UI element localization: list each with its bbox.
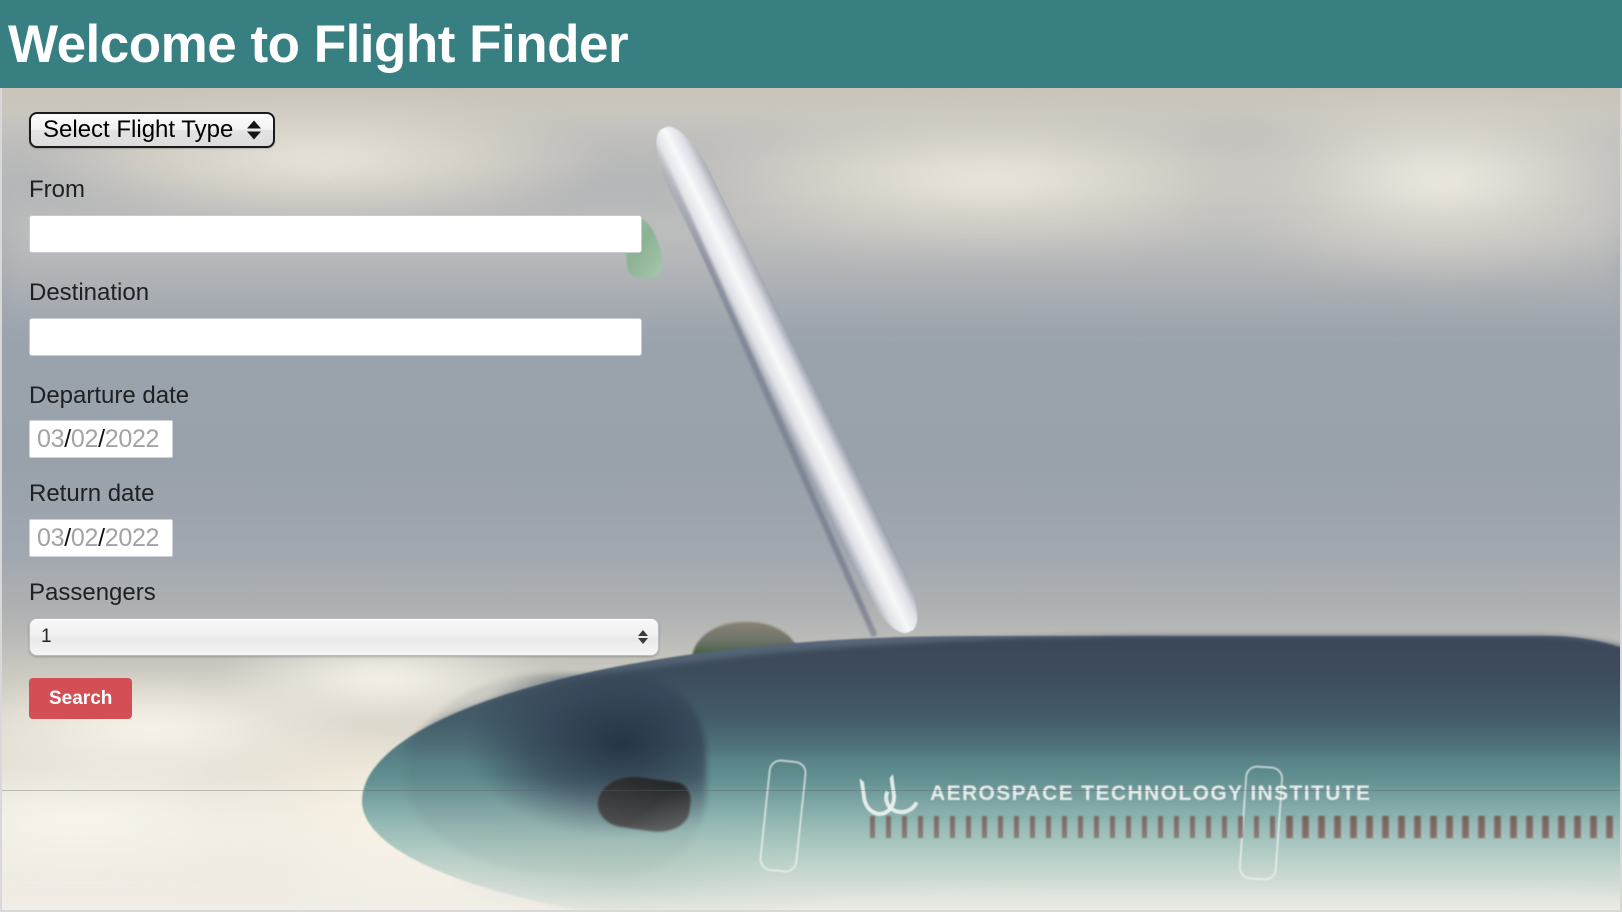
cloud-deck-foreground [2, 778, 1620, 910]
chevron-updown-icon [247, 120, 262, 140]
departure-date-separator-1: / [64, 424, 71, 453]
departure-date-month[interactable]: 03 [37, 425, 65, 454]
passengers-label: Passengers [29, 579, 156, 607]
return-date-label: Return date [29, 480, 155, 508]
page-header: Welcome to Flight Finder [0, 0, 1622, 88]
flight-search-form: Select Flight Type From Destination Depa… [29, 112, 669, 719]
stepper-updown-icon[interactable] [638, 629, 648, 644]
search-button[interactable]: Search [29, 677, 133, 719]
flight-type-selected-label: Select Flight Type [43, 116, 234, 143]
return-date-separator-2: / [98, 523, 105, 552]
return-date-month[interactable]: 03 [37, 524, 65, 553]
departure-date-input[interactable]: 03 / 02 / 2022 [29, 420, 173, 459]
return-date-separator-1: / [64, 523, 71, 552]
flight-type-select[interactable]: Select Flight Type [29, 112, 276, 148]
return-date-input[interactable]: 03 / 02 / 2022 [29, 519, 173, 558]
departure-date-label: Departure date [29, 381, 190, 409]
destination-input[interactable] [29, 317, 642, 356]
content-area: AEROSPACE TECHNOLOGY INSTITUTE Select Fl… [0, 88, 1622, 912]
return-date-day[interactable]: 02 [71, 524, 99, 553]
departure-date-separator-2: / [98, 424, 105, 453]
from-input[interactable] [29, 214, 642, 253]
passengers-stepper[interactable]: 1 [29, 617, 659, 656]
passengers-value[interactable]: 1 [41, 626, 52, 648]
from-label: From [29, 176, 85, 203]
flight-finder-page: Welcome to Flight Finder Select Flight T… [0, 0, 1622, 912]
destination-label: Destination [29, 278, 150, 306]
page-title: Welcome to Flight Finder [8, 14, 629, 74]
departure-date-year[interactable]: 2022 [105, 425, 160, 454]
departure-date-day[interactable]: 02 [71, 425, 99, 454]
section-divider [2, 790, 1620, 791]
return-date-year[interactable]: 2022 [105, 524, 160, 553]
